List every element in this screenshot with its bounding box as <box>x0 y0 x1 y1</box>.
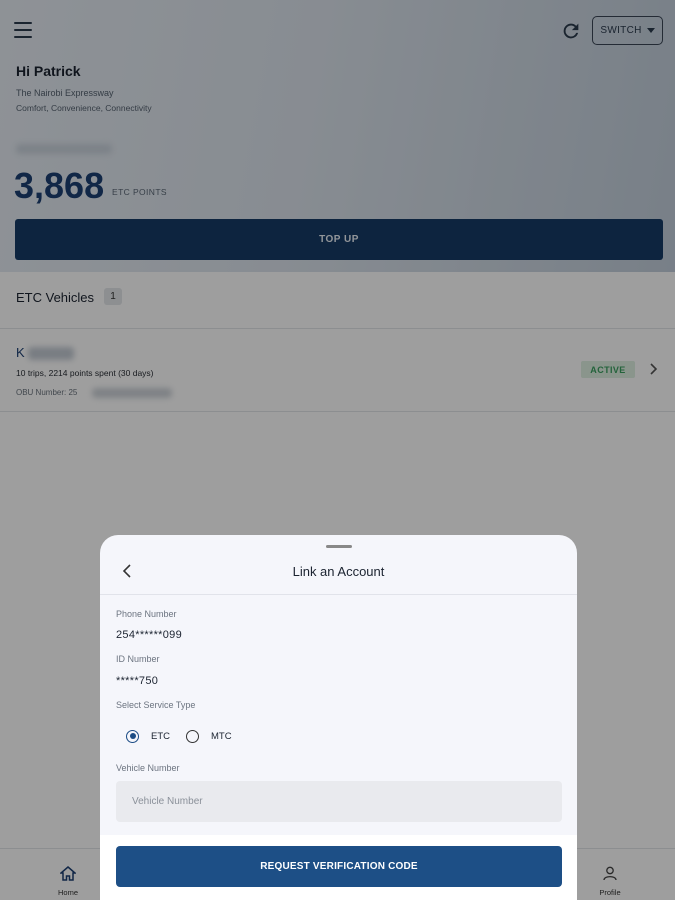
radio-mtc[interactable] <box>186 729 199 743</box>
link-account-sheet: Link an Account Phone Number 254******09… <box>100 535 577 900</box>
drag-handle[interactable] <box>326 545 352 548</box>
service-type-label: Select Service Type <box>116 700 196 710</box>
request-verification-code-button[interactable]: REQUEST VERIFICATION CODE <box>116 846 562 887</box>
sheet-footer: REQUEST VERIFICATION CODE <box>100 835 577 900</box>
radio-label-mtc: MTC <box>211 730 232 742</box>
id-number-value: *****750 <box>116 675 159 687</box>
vehicle-number-label: Vehicle Number <box>116 763 180 773</box>
radio-etc[interactable] <box>126 729 139 743</box>
sheet-header: Link an Account <box>100 549 577 595</box>
id-number-label: ID Number <box>116 654 160 664</box>
phone-number-label: Phone Number <box>116 609 177 619</box>
sheet-title: Link an Account <box>292 564 385 579</box>
vehicle-number-input[interactable] <box>116 781 562 822</box>
radio-label-etc: ETC <box>151 730 170 742</box>
phone-number-value: 254******099 <box>116 629 182 641</box>
service-type-radio-group: ETC MTC <box>126 727 248 745</box>
